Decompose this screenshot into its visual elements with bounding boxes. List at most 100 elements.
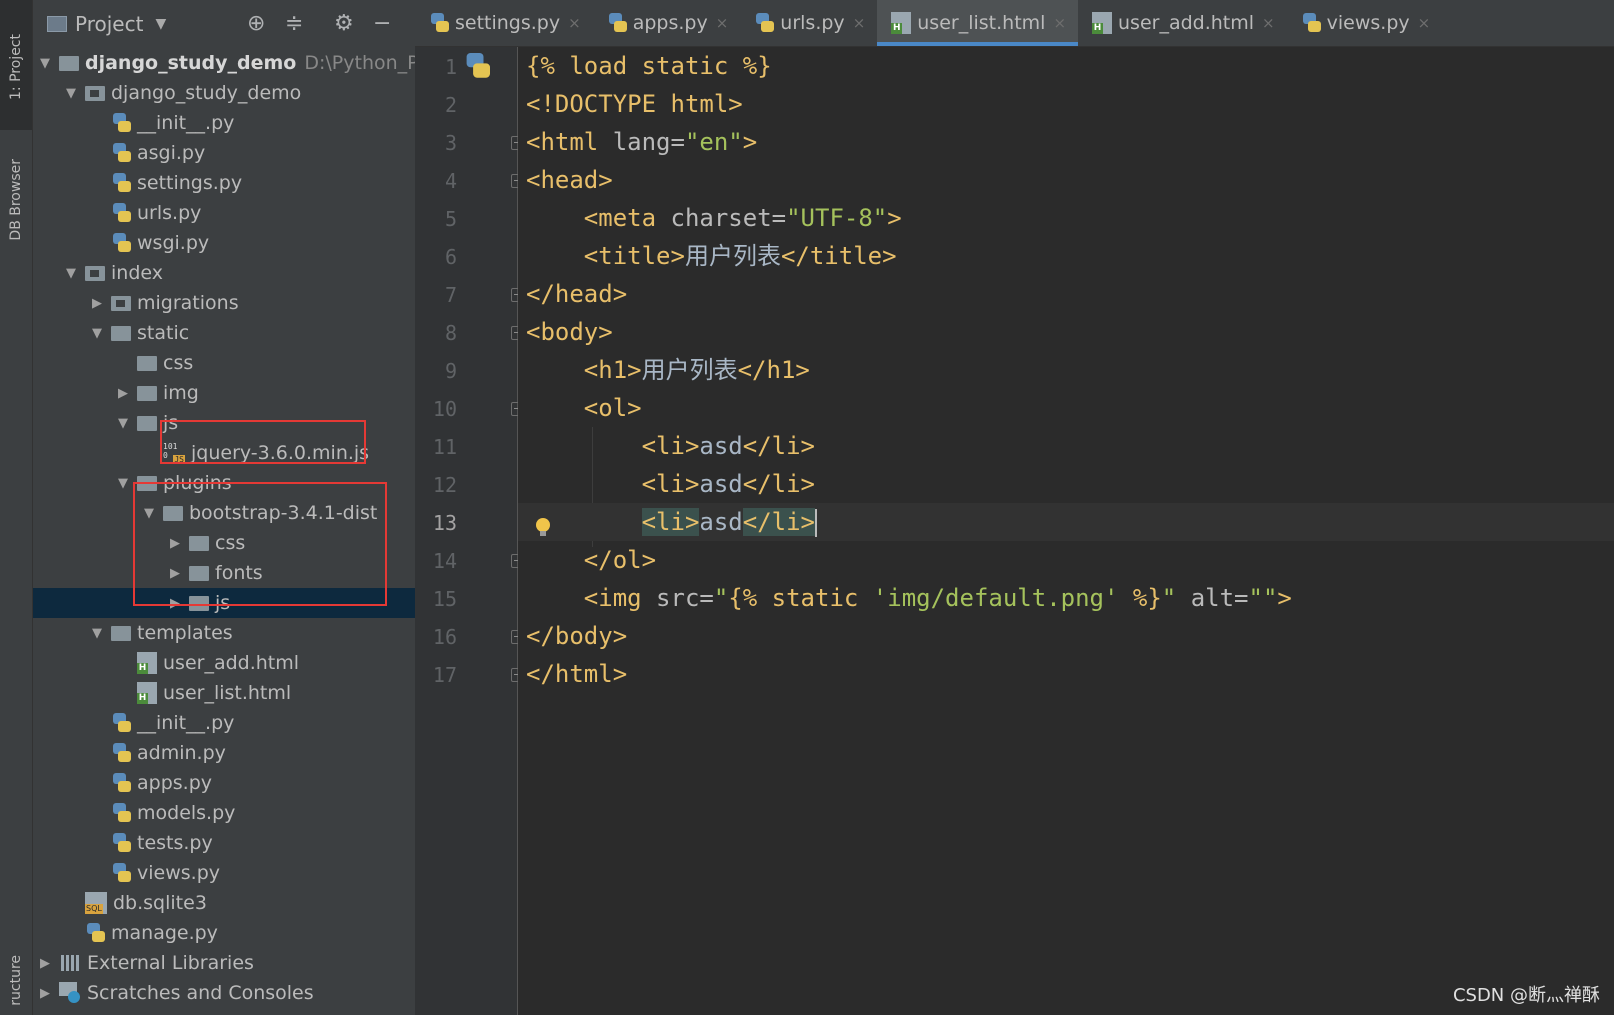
- code-token: ": [1161, 584, 1177, 612]
- chevron-down-icon[interactable]: ▼: [155, 16, 166, 32]
- expand-right-icon[interactable]: ▶: [89, 296, 105, 311]
- tree-item[interactable]: tests.py: [33, 828, 415, 858]
- tree-item[interactable]: ▼ static: [33, 318, 415, 348]
- tree-item[interactable]: wsgi.py: [33, 228, 415, 258]
- code-token: lang=: [612, 128, 685, 156]
- tree-item[interactable]: ▶ External Libraries: [33, 948, 415, 978]
- highlight-box-jquery: [160, 420, 366, 464]
- expand-right-icon[interactable]: ▶: [37, 986, 53, 1001]
- editor-tab[interactable]: apps.py ×: [593, 0, 741, 46]
- code-line[interactable]: <meta charset="UTF-8">: [526, 199, 902, 237]
- tree-item[interactable]: ▼ django_study_demo: [33, 78, 415, 108]
- tree-item[interactable]: manage.py: [33, 918, 415, 948]
- code-line[interactable]: </body>: [526, 617, 627, 655]
- python-file-icon: [111, 142, 131, 164]
- tree-item[interactable]: __init__.py: [33, 108, 415, 138]
- tree-item[interactable]: db.sqlite3: [33, 888, 415, 918]
- tree-item[interactable]: ▼ index: [33, 258, 415, 288]
- code-token: %}: [1118, 584, 1162, 612]
- code-token: <ol>: [526, 394, 642, 422]
- expand-down-icon[interactable]: ▼: [89, 626, 105, 641]
- python-file-icon: [111, 112, 131, 134]
- db-browser-tool-label: DB Browser: [8, 159, 24, 241]
- tree-item[interactable]: ▶ Scratches and Consoles: [33, 978, 415, 1008]
- tree-item[interactable]: views.py: [33, 858, 415, 888]
- tree-item[interactable]: ▶ img: [33, 378, 415, 408]
- project-tool-button[interactable]: 1: Project: [0, 12, 32, 122]
- tree-item[interactable]: user_list.html: [33, 678, 415, 708]
- code-line[interactable]: <head>: [526, 161, 613, 199]
- expand-down-icon[interactable]: ▼: [37, 56, 53, 71]
- tree-item[interactable]: asgi.py: [33, 138, 415, 168]
- project-view-selector[interactable]: Project: [75, 12, 143, 36]
- code-line[interactable]: </head>: [526, 275, 627, 313]
- expand-down-icon[interactable]: ▼: [89, 326, 105, 341]
- python-file-icon: [111, 862, 131, 884]
- code-line[interactable]: </html>: [526, 655, 627, 693]
- expand-down-icon[interactable]: ▼: [63, 266, 79, 281]
- expand-down-icon[interactable]: ▼: [115, 416, 131, 431]
- code-line[interactable]: <li>asd</li>: [526, 465, 815, 503]
- editor-tab[interactable]: settings.py ×: [415, 0, 593, 46]
- expand-down-icon[interactable]: ▼: [115, 476, 131, 491]
- code-editor[interactable]: {% load static %} <!DOCTYPE html> <html la…: [518, 47, 1614, 1015]
- tree-item[interactable]: user_add.html: [33, 648, 415, 678]
- tree-item[interactable]: urls.py: [33, 198, 415, 228]
- expand-right-icon[interactable]: ▶: [115, 386, 131, 401]
- expand-right-icon[interactable]: ▶: [37, 956, 53, 971]
- code-line[interactable]: </ol>: [526, 541, 656, 579]
- libraries-icon: [59, 953, 81, 973]
- tree-item[interactable]: ▼ django_study_demo D:\Python_Proje: [33, 48, 415, 78]
- close-icon[interactable]: ×: [1418, 14, 1431, 32]
- code-line[interactable]: <h1>用户列表</h1>: [526, 351, 810, 389]
- editor-tab[interactable]: urls.py ×: [740, 0, 877, 46]
- close-icon[interactable]: ×: [1053, 14, 1066, 32]
- locate-file-icon[interactable]: ⊕: [247, 12, 265, 36]
- code-line[interactable]: <li>asd</li>: [526, 503, 817, 541]
- tree-item[interactable]: ▶ migrations: [33, 288, 415, 318]
- line-number: 1: [444, 55, 457, 79]
- code-line[interactable]: <img src="{% static 'img/default.png' %}…: [526, 579, 1292, 617]
- line-number: 7: [444, 283, 457, 307]
- tree-item[interactable]: admin.py: [33, 738, 415, 768]
- hide-panel-icon[interactable]: −: [373, 12, 391, 36]
- close-icon[interactable]: ×: [1262, 14, 1275, 32]
- tree-item[interactable]: css: [33, 348, 415, 378]
- close-icon[interactable]: ×: [853, 14, 866, 32]
- line-number: 10: [432, 397, 457, 421]
- db-browser-tool-button[interactable]: DB Browser: [0, 140, 32, 260]
- python-file-icon: [111, 172, 131, 194]
- line-number: 16: [432, 625, 457, 649]
- tree-item[interactable]: apps.py: [33, 768, 415, 798]
- close-icon[interactable]: ×: [716, 14, 729, 32]
- tree-item[interactable]: __init__.py: [33, 708, 415, 738]
- code-line[interactable]: <html lang="en">: [526, 123, 757, 161]
- code-line[interactable]: <!DOCTYPE html>: [526, 85, 743, 123]
- editor-tab[interactable]: user_list.html ×: [877, 0, 1079, 46]
- close-icon[interactable]: ×: [568, 14, 581, 32]
- python-console-icon[interactable]: [464, 52, 490, 81]
- editor-tab[interactable]: views.py ×: [1287, 0, 1443, 46]
- code-line[interactable]: <li>asd</li>: [526, 427, 815, 465]
- code-token: "en": [684, 128, 743, 156]
- tree-item[interactable]: settings.py: [33, 168, 415, 198]
- package-folder-icon: [85, 85, 105, 101]
- tree-item-label: templates: [137, 622, 233, 644]
- collapse-all-icon[interactable]: ≑: [285, 12, 303, 36]
- python-file-icon: [111, 772, 131, 794]
- editor-tab[interactable]: user_add.html ×: [1078, 0, 1287, 46]
- structure-tool-button[interactable]: ructure: [0, 946, 32, 1015]
- tree-item-label: django_study_demo: [85, 52, 297, 74]
- code-line[interactable]: <title>用户列表</title>: [526, 237, 897, 275]
- code-line[interactable]: {% load static %}: [526, 47, 772, 85]
- gear-icon[interactable]: ⚙: [334, 12, 354, 36]
- lightbulb-icon[interactable]: [536, 518, 550, 536]
- expand-down-icon[interactable]: ▼: [63, 86, 79, 101]
- code-line[interactable]: <ol>: [526, 389, 642, 427]
- python-file-icon: [111, 802, 131, 824]
- tree-item[interactable]: ▼ templates: [33, 618, 415, 648]
- python-file-icon: [607, 12, 627, 34]
- tree-item[interactable]: models.py: [33, 798, 415, 828]
- tree-item-label: img: [163, 382, 199, 404]
- code-line[interactable]: <body>: [526, 313, 613, 351]
